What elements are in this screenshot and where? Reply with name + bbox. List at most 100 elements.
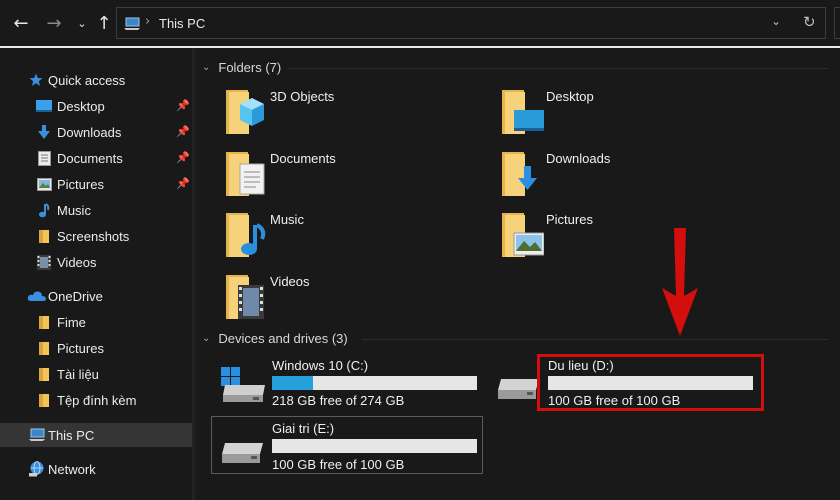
network-icon	[28, 461, 46, 477]
sidebar-item-label: Quick access	[48, 72, 126, 88]
sidebar-item-label: Tài liệu	[57, 366, 99, 382]
document-icon	[36, 150, 52, 166]
sidebar-item-videos[interactable]: Videos	[0, 250, 192, 274]
sidebar-item-desktop[interactable]: Desktop 📌	[0, 94, 192, 118]
folder-name: Pictures	[546, 212, 593, 227]
sidebar-item-label: Pictures	[57, 176, 104, 192]
pin-icon[interactable]: 📌	[176, 99, 190, 112]
music-folder-icon	[226, 213, 266, 257]
address-bar[interactable]: › This PC ⌄ ↻	[116, 7, 826, 39]
sidebar-item-quick-access[interactable]: Quick access	[0, 68, 192, 92]
star-icon	[28, 72, 44, 88]
sidebar-item-screenshots[interactable]: Screenshots	[0, 224, 192, 248]
sidebar-item-tai-lieu[interactable]: Tài liệu	[0, 362, 192, 386]
sidebar-splitter[interactable]	[192, 48, 195, 500]
highlight-box	[537, 354, 764, 411]
red-arrow-down-icon	[662, 228, 698, 336]
sidebar-item-tep-dinh-kem[interactable]: Tệp đính kèm	[0, 388, 192, 412]
folder-name: Music	[270, 212, 304, 227]
sidebar-item-documents[interactable]: Documents 📌	[0, 146, 192, 170]
folder-name: 3D Objects	[270, 89, 335, 104]
sidebar-item-label: Network	[48, 461, 96, 477]
collapse-chevron-icon[interactable]: ⌄	[202, 333, 210, 344]
cloud-icon	[27, 288, 47, 304]
folder-icon	[36, 314, 52, 330]
drive-tile-e[interactable]: Giai tri (E:) 100 GB free of 100 GB	[211, 416, 483, 474]
sidebar-item-pictures[interactable]: Pictures 📌	[0, 172, 192, 196]
drive-name: Giai tri (E:)	[272, 421, 335, 436]
sidebar-item-label: Videos	[57, 254, 97, 270]
folder-tile-pictures[interactable]: Pictures	[496, 211, 746, 267]
desktop-folder-icon	[502, 90, 544, 134]
folder-name: Downloads	[546, 151, 611, 166]
folder-name: Documents	[270, 151, 336, 166]
drive-tile-c[interactable]: Windows 10 (C:) 218 GB free of 274 GB	[213, 355, 483, 408]
computer-icon	[124, 17, 140, 30]
drive-name: Windows 10 (C:)	[272, 358, 369, 373]
folder-tile-desktop[interactable]: Desktop	[496, 88, 746, 144]
sidebar-item-onedrive[interactable]: OneDrive	[0, 284, 192, 308]
collapse-chevron-icon[interactable]: ⌄	[202, 62, 210, 73]
folder-name: Videos	[270, 274, 310, 289]
sidebar-item-label: OneDrive	[48, 288, 103, 304]
3d-objects-icon	[226, 90, 264, 134]
sidebar-item-label: Screenshots	[57, 228, 130, 244]
hard-drive-icon	[498, 379, 539, 399]
sidebar-item-label: Documents	[57, 150, 123, 166]
forward-arrow-icon[interactable]: →	[42, 10, 66, 36]
folder-tile-3d-objects[interactable]: 3D Objects	[220, 88, 470, 144]
sidebar-item-label: Desktop	[57, 98, 105, 114]
drive-free-space: 100 GB free of 100 GB	[272, 457, 405, 472]
drive-usage-fill	[272, 376, 313, 390]
hard-drive-icon	[222, 443, 263, 463]
sidebar-item-label: Downloads	[57, 124, 122, 140]
computer-icon	[28, 427, 46, 443]
sidebar-item-music[interactable]: Music	[0, 198, 192, 222]
recent-locations-chevron-icon[interactable]: ⌄	[70, 10, 94, 36]
drive-usage-bar	[272, 376, 477, 390]
address-dropdown-chevron-icon[interactable]: ⌄	[771, 14, 781, 28]
pin-icon[interactable]: 📌	[176, 151, 190, 164]
sidebar-item-label: This PC	[48, 427, 95, 443]
folder-icon	[36, 366, 52, 382]
sidebar-item-this-pc[interactable]: This PC	[0, 423, 192, 447]
music-icon	[36, 202, 52, 218]
folder-tile-documents[interactable]: Documents	[220, 150, 470, 206]
folder-tile-downloads[interactable]: Downloads	[496, 150, 746, 206]
folder-icon	[36, 228, 52, 244]
drive-usage-bar	[272, 439, 477, 453]
pin-icon[interactable]: 📌	[176, 125, 190, 138]
desktop-icon	[36, 98, 52, 114]
system-drive-icon	[221, 367, 265, 402]
back-arrow-icon[interactable]: ←	[9, 10, 33, 36]
downloads-folder-icon	[502, 152, 537, 196]
download-icon	[36, 124, 52, 140]
folder-tile-music[interactable]: Music	[220, 211, 470, 267]
folder-name: Desktop	[546, 89, 594, 104]
section-title: Devices and drives (3)	[218, 331, 348, 346]
sidebar-item-label: Tệp đính kèm	[57, 392, 137, 408]
sidebar-item-network[interactable]: Network	[0, 457, 192, 481]
sidebar-item-fime[interactable]: Fime	[0, 310, 192, 334]
navigation-bar: ← → ⌄ ↑ › This PC ⌄ ↻	[0, 0, 840, 48]
sidebar-item-downloads[interactable]: Downloads 📌	[0, 120, 192, 144]
section-divider	[362, 339, 828, 340]
breadcrumb-separator-icon: ›	[145, 14, 151, 29]
section-title: Folders (7)	[218, 60, 282, 75]
folders-section-header[interactable]: ⌄ Folders (7)	[202, 60, 828, 75]
pictures-folder-icon	[502, 213, 544, 257]
drive-free-space: 218 GB free of 274 GB	[272, 393, 405, 408]
folder-icon	[36, 340, 52, 356]
search-box[interactable]	[834, 7, 840, 39]
drives-section-header[interactable]: ⌄ Devices and drives (3)	[202, 331, 828, 346]
sidebar-item-onedrive-pictures[interactable]: Pictures	[0, 336, 192, 360]
section-divider	[288, 68, 828, 69]
folder-tile-videos[interactable]: Videos	[220, 273, 470, 329]
sidebar-item-label: Music	[57, 202, 91, 218]
pin-icon[interactable]: 📌	[176, 177, 190, 190]
documents-folder-icon	[226, 152, 265, 196]
refresh-icon[interactable]: ↻	[803, 13, 816, 31]
up-arrow-icon[interactable]: ↑	[92, 10, 116, 36]
navigation-pane: Quick access Desktop 📌 Downloads 📌 Docum…	[0, 48, 192, 500]
breadcrumb-this-pc[interactable]: This PC	[159, 16, 205, 31]
